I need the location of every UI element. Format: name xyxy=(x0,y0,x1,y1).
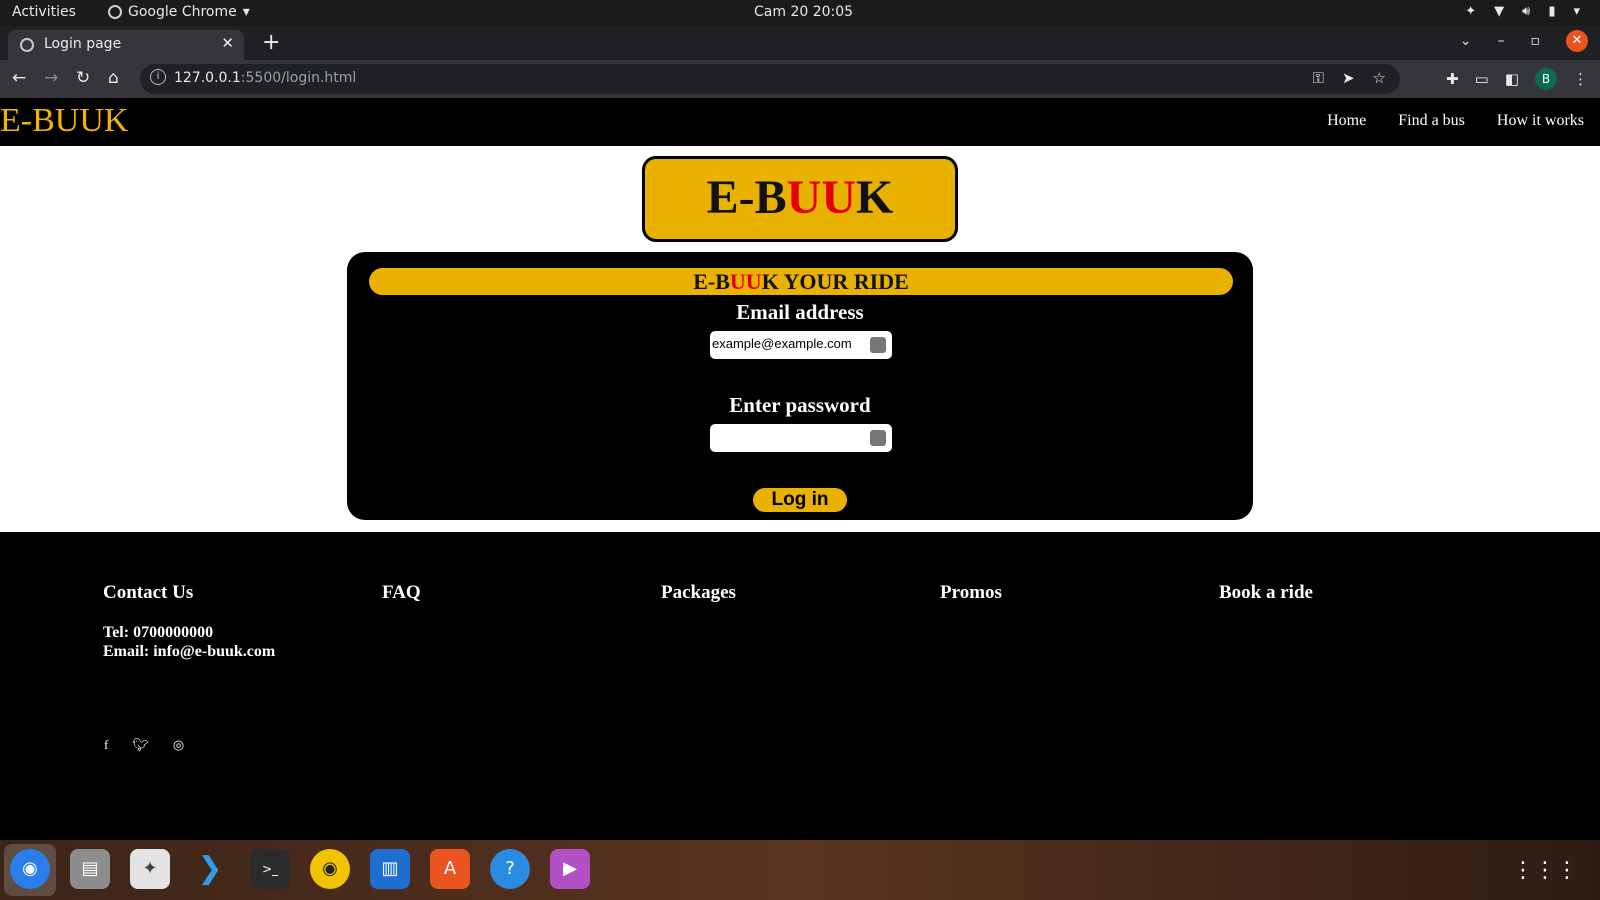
rhythmbox-icon[interactable]: ◉ xyxy=(310,849,350,889)
tab-title: Login page xyxy=(44,36,122,52)
address-bar[interactable]: i 127.0.0.1:5500/login.html ⚿ ➤ ☆ xyxy=(140,64,1400,94)
show-apps-icon[interactable]: ⋮⋮⋮ xyxy=(1512,858,1578,883)
software-center-icon[interactable]: A xyxy=(430,849,470,889)
browser-toolbar: ← → ↻ ⌂ i 127.0.0.1:5500/login.html ⚿ ➤ … xyxy=(0,60,1600,98)
menu-icon[interactable]: ⋮ xyxy=(1573,70,1588,88)
cast-icon[interactable]: ▭ xyxy=(1475,70,1489,88)
send-icon[interactable]: ➤ xyxy=(1342,69,1355,87)
login-form: E-BUUK YOUR RIDE Email address Enter pas… xyxy=(347,252,1253,520)
site-navbar: E-BUUK Home Find a bus How it works xyxy=(0,98,1600,146)
autofill-icon[interactable] xyxy=(870,337,886,353)
wifi-icon: ▼ xyxy=(1494,4,1505,19)
logo-suffix: K xyxy=(856,171,894,224)
nav-links: Home Find a bus How it works xyxy=(1327,112,1584,130)
password-label: Enter password xyxy=(729,393,871,417)
extensions-area: ✚ ▭ ◧ B ⋮ xyxy=(1446,68,1588,90)
close-tab-icon[interactable]: ✕ xyxy=(221,34,234,52)
globe-icon xyxy=(20,38,34,52)
email-input[interactable] xyxy=(712,336,862,351)
writer-icon[interactable]: ▥ xyxy=(370,849,410,889)
social-links: f 🐦︎ ◎ xyxy=(104,737,184,753)
clock[interactable]: Cam 20 20:05 xyxy=(754,4,853,20)
nav-link-home[interactable]: Home xyxy=(1327,112,1366,130)
app-menu[interactable]: Google Chrome ▾ xyxy=(108,4,250,20)
help-icon[interactable]: ? xyxy=(490,849,530,889)
reload-icon[interactable]: ↻ xyxy=(76,68,90,88)
chevron-down-icon: ▾ xyxy=(1573,4,1580,19)
side-panel-icon[interactable]: ◧ xyxy=(1505,70,1519,88)
footer-contact-heading: Contact Us xyxy=(103,582,194,603)
back-icon[interactable]: ← xyxy=(12,68,26,88)
tab-login-page[interactable]: Login page ✕ xyxy=(8,30,244,60)
site-info-icon[interactable]: i xyxy=(150,69,166,85)
chrome-icon[interactable]: ◉ xyxy=(10,849,50,889)
footer-packages-link[interactable]: Packages xyxy=(661,582,736,604)
volume-icon: 🔊︎ xyxy=(1522,4,1531,19)
email-label: Email address xyxy=(736,300,864,324)
tab-search-icon[interactable]: ⌄ xyxy=(1460,33,1472,49)
vscode-icon[interactable]: ❯ xyxy=(190,849,230,889)
home-icon[interactable]: ⌂ xyxy=(108,68,119,88)
footer-promos-link[interactable]: Promos xyxy=(940,582,1002,604)
window-controls: ⌄ – ▫ ✕ xyxy=(1460,30,1588,52)
email-field[interactable] xyxy=(710,331,892,359)
activities-button[interactable]: Activities xyxy=(12,4,76,20)
new-tab-button[interactable]: + xyxy=(262,30,280,55)
video-player-icon[interactable]: ▶ xyxy=(550,849,590,889)
profile-avatar[interactable]: B xyxy=(1535,68,1557,90)
instagram-icon[interactable]: ◎ xyxy=(173,737,184,753)
password-input[interactable] xyxy=(712,429,862,444)
nav-link-find-a-bus[interactable]: Find a bus xyxy=(1398,112,1465,130)
forward-icon[interactable]: → xyxy=(44,68,58,88)
facebook-icon[interactable]: f xyxy=(104,737,108,753)
footer-book-a-ride-link[interactable]: Book a ride xyxy=(1219,582,1313,604)
minimize-button[interactable]: – xyxy=(1498,33,1505,49)
logo-banner: E-BUUK xyxy=(642,156,958,242)
contact-tel: Tel: 0700000000 xyxy=(103,624,214,641)
page-viewport: E-BUUK Home Find a bus How it works E-BU… xyxy=(0,98,1600,840)
chevron-down-icon: ▾ xyxy=(242,4,250,20)
dock: ◉ ▤ ✦ ❯ >_ ◉ ▥ A ? ▶ ⋮⋮⋮ xyxy=(0,840,1600,900)
terminal-icon[interactable]: >_ xyxy=(250,849,290,889)
url-text[interactable]: 127.0.0.1:5500/login.html xyxy=(174,70,356,86)
login-button[interactable]: Log in xyxy=(753,488,847,512)
form-banner: E-BUUK YOUR RIDE xyxy=(369,268,1233,295)
autofill-icon[interactable] xyxy=(870,430,886,446)
footer-faq-link[interactable]: FAQ xyxy=(382,582,421,604)
maximize-button[interactable]: ▫ xyxy=(1531,33,1541,49)
tab-strip: Login page ✕ + ⌄ – ▫ ✕ xyxy=(0,26,1600,60)
site-brand[interactable]: E-BUUK xyxy=(0,102,128,140)
battery-icon: ▮ xyxy=(1548,4,1556,19)
site-footer: Contact Us FAQ Packages Promos Book a ri… xyxy=(0,532,1600,840)
system-top-bar: Activities Google Chrome ▾ Cam 20 20:05 … xyxy=(0,0,1600,26)
twitter-icon[interactable]: 🐦︎ xyxy=(132,737,149,753)
logo-prefix: E-B xyxy=(706,171,787,224)
chrome-icon xyxy=(108,5,122,19)
app-name: Google Chrome xyxy=(128,4,237,20)
contact-details: Tel: 0700000000 Email: info@e-buuk.com xyxy=(103,623,275,661)
system-tray[interactable]: ✦ ▼ 🔊︎ ▮ ▾ xyxy=(1465,4,1580,19)
password-field[interactable] xyxy=(710,424,892,452)
contact-email: Email: info@e-buuk.com xyxy=(103,643,276,660)
close-window-button[interactable]: ✕ xyxy=(1566,30,1588,52)
logo-highlight: UU xyxy=(786,171,856,224)
files-icon[interactable]: ▤ xyxy=(70,849,110,889)
nav-link-how-it-works[interactable]: How it works xyxy=(1497,112,1584,130)
extensions-icon[interactable]: ✚ xyxy=(1446,70,1459,88)
key-icon[interactable]: ⚿ xyxy=(1313,69,1324,87)
slack-tray-icon[interactable]: ✦ xyxy=(1465,4,1476,19)
bookmark-star-icon[interactable]: ☆ xyxy=(1373,69,1386,87)
slack-icon[interactable]: ✦ xyxy=(130,849,170,889)
